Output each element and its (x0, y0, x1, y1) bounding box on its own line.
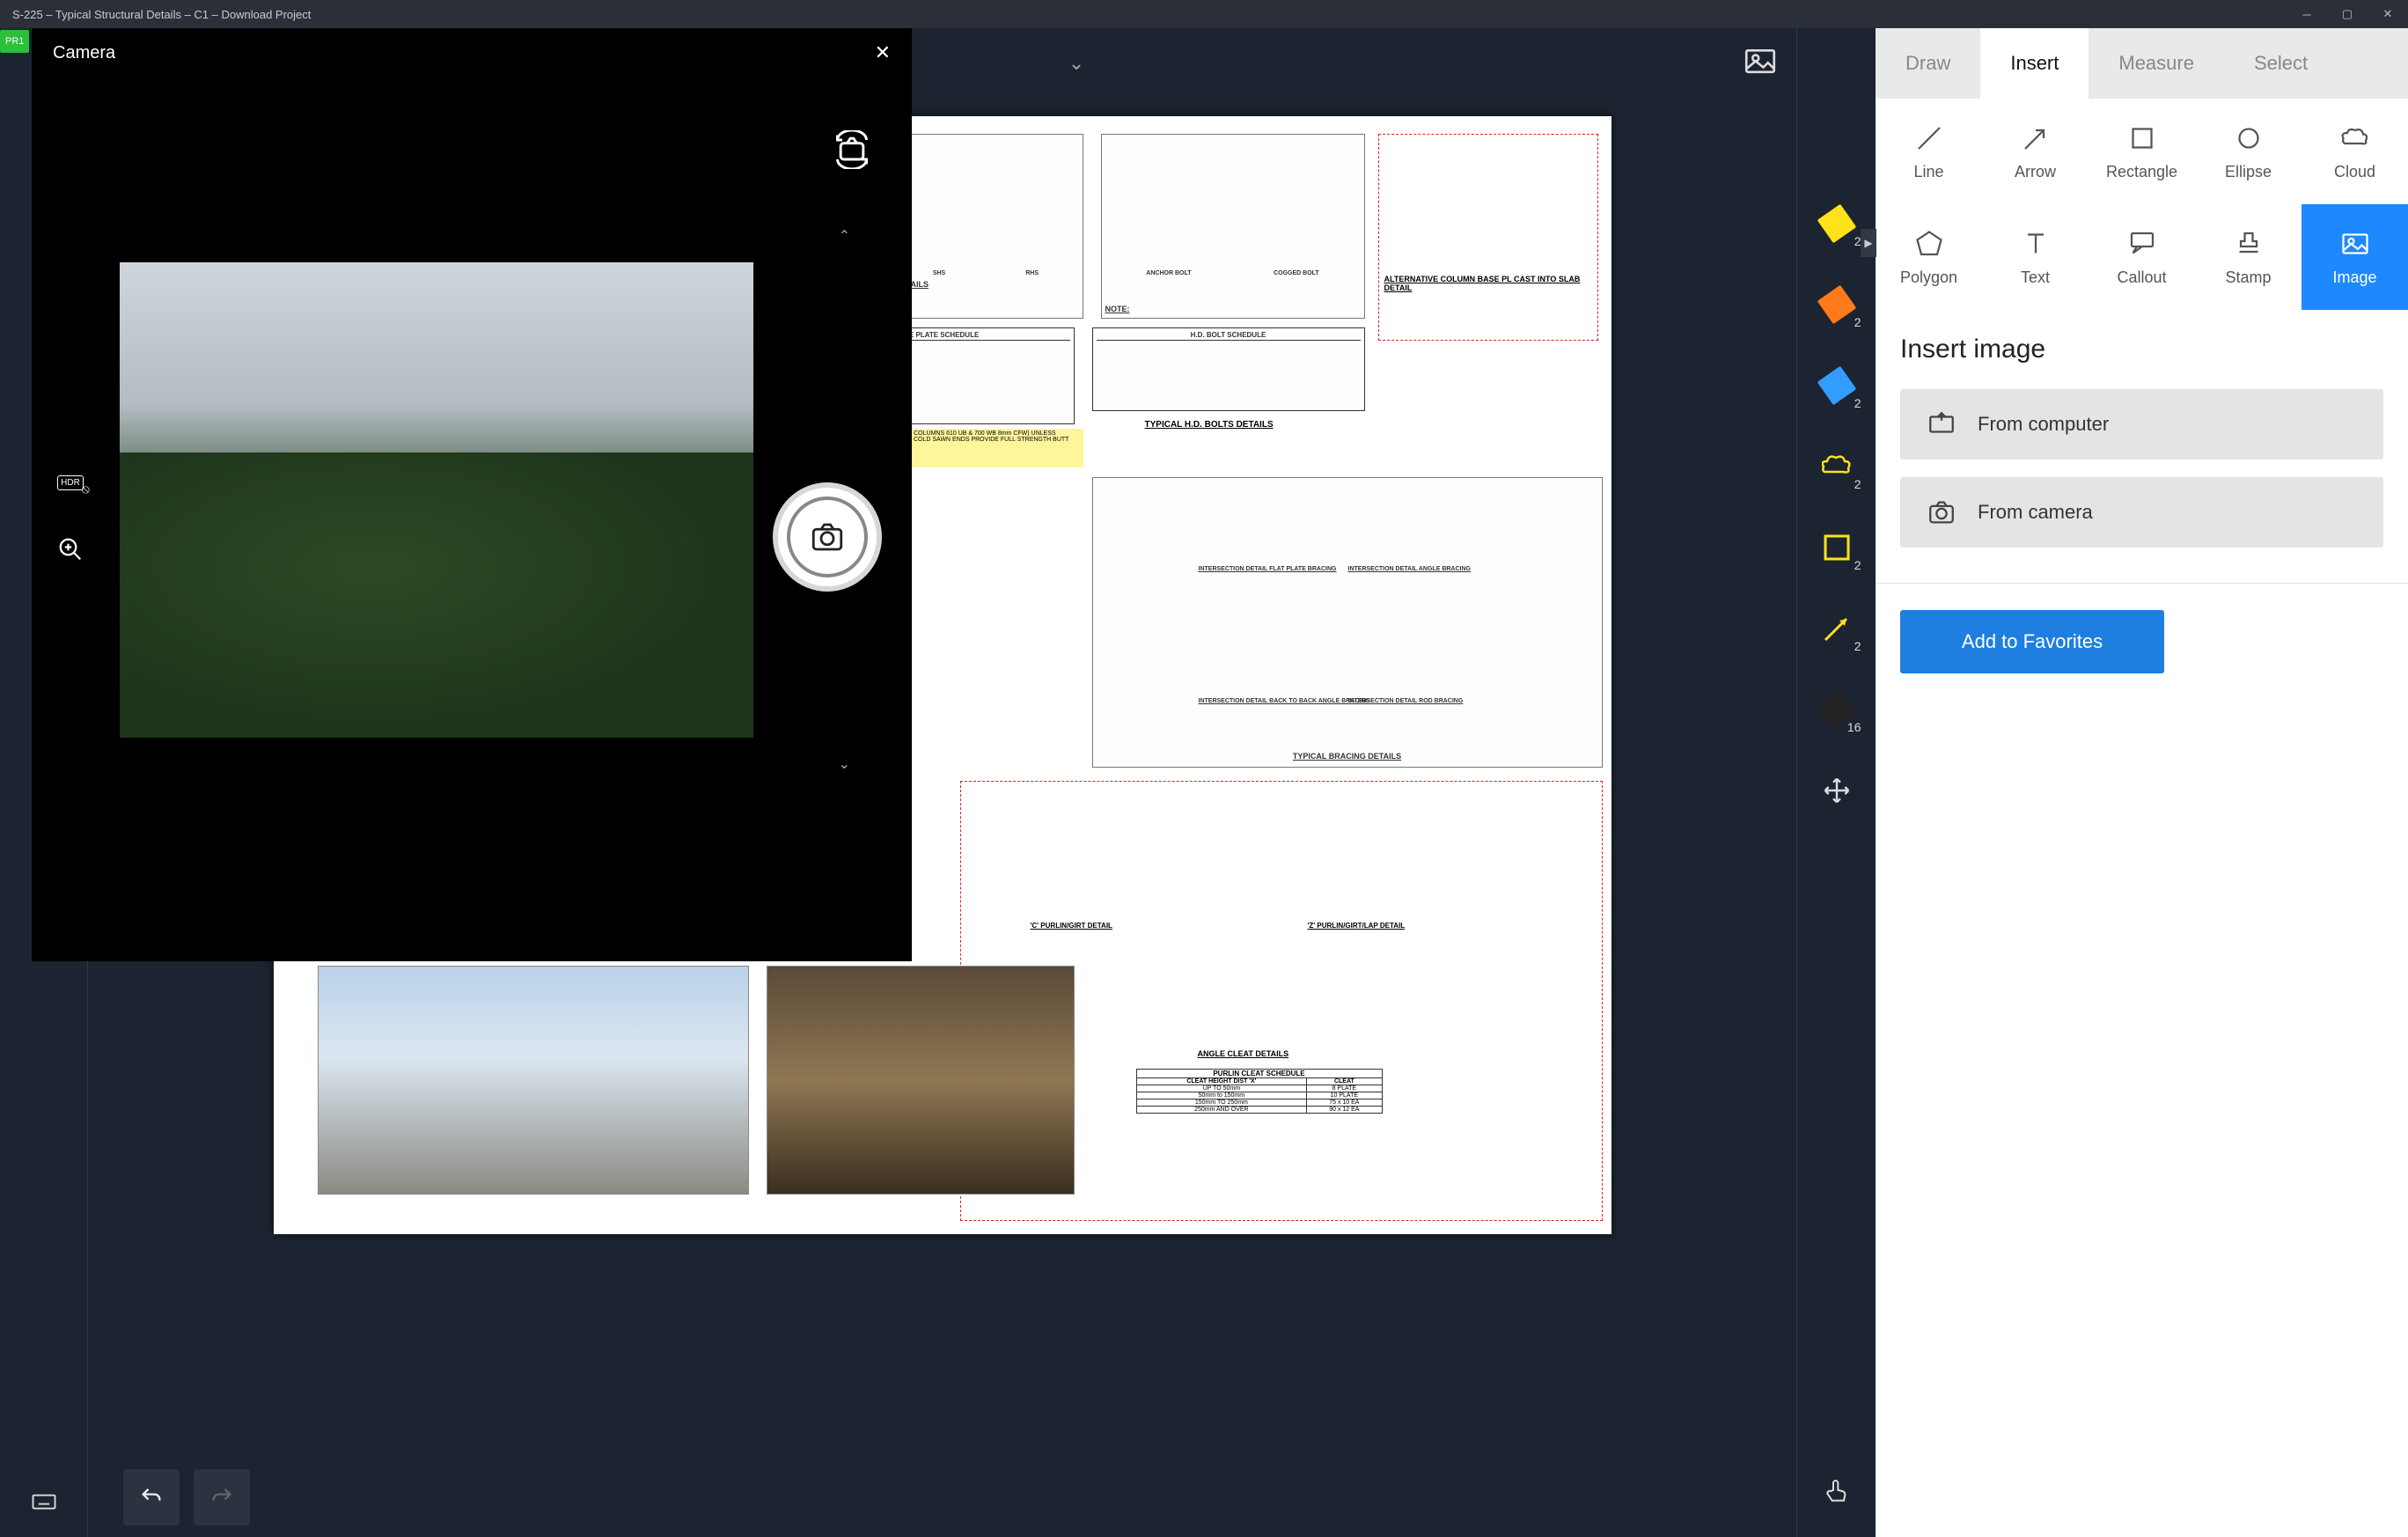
tool-polygon[interactable]: Polygon (1876, 204, 1982, 310)
touch-mode-button[interactable] (1817, 1472, 1856, 1511)
tool-rectangle[interactable]: Rectangle (2089, 99, 2195, 204)
close-button[interactable]: ✕ (2368, 0, 2408, 28)
undo-button[interactable] (123, 1469, 180, 1526)
pen-yellow[interactable]: 2 (1817, 204, 1856, 243)
tool-ellipse[interactable]: Ellipse (2195, 99, 2302, 204)
tool-text[interactable]: Text (1982, 204, 2089, 310)
image-overlay-toggle[interactable] (1742, 43, 1779, 85)
tool-cloud[interactable]: Cloud (2302, 99, 2408, 204)
title-z-purlin: 'Z' PURLIN/GIRT/LAP DETAIL (1308, 922, 1406, 930)
from-computer-button[interactable]: From computer (1900, 389, 2383, 460)
tab-insert[interactable]: Insert (1980, 28, 2089, 99)
pen-blue[interactable]: 2 (1817, 366, 1856, 405)
label-cogged: COGGED BOLT (1274, 270, 1319, 277)
label-note: NOTE: (1105, 305, 1130, 314)
tool-arrow[interactable]: Arrow (1982, 99, 2089, 204)
zoom-in-icon[interactable] (53, 532, 88, 567)
label-shs2: SHS (933, 270, 945, 277)
chevron-down-icon: ⌄ (1068, 52, 1084, 75)
title-int-angle: INTERSECTION DETAIL ANGLE BRACING (1348, 566, 1471, 573)
camera-up-icon[interactable]: ⌃ (839, 227, 850, 245)
section-insert-image-title: Insert image (1876, 310, 2408, 380)
preview-tag: PR1 (0, 30, 29, 53)
tab-draw[interactable]: Draw (1876, 28, 1980, 99)
brush-black[interactable]: 16 (1817, 690, 1856, 729)
redline-1 (1378, 134, 1598, 341)
placed-image-1[interactable] (318, 966, 749, 1195)
title-bracing: TYPICAL BRACING DETAILS (1293, 753, 1401, 761)
collapse-sidepanel-button[interactable]: ▶ (1861, 229, 1876, 257)
title-c-purlin: 'C' PURLIN/GIRT DETAIL (1031, 922, 1112, 930)
divider (1876, 583, 2408, 584)
camera-preview (120, 262, 753, 738)
cloud-yellow[interactable]: 2 (1817, 447, 1856, 486)
add-to-favorites-button[interactable]: Add to Favorites (1900, 610, 2164, 673)
tool-image[interactable]: Image (2302, 204, 2408, 310)
tool-line[interactable]: Line (1876, 99, 1982, 204)
arrow-yellow[interactable]: 2 (1817, 609, 1856, 648)
title-int-rod: INTERSECTION DETAIL ROD BRACING (1348, 698, 1464, 705)
camera-shutter-button[interactable] (773, 482, 882, 592)
from-camera-button[interactable]: From camera (1900, 477, 2383, 548)
hdr-toggle[interactable]: HDR ⦸ (53, 465, 88, 500)
move-tool[interactable] (1817, 771, 1856, 810)
tool-stamp[interactable]: Stamp (2195, 204, 2302, 310)
tab-measure[interactable]: Measure (2089, 28, 2224, 99)
placed-image-2[interactable] (767, 966, 1075, 1195)
tool-callout[interactable]: Callout (2089, 204, 2195, 310)
camera-flip-icon[interactable] (833, 130, 871, 173)
rect-yellow[interactable]: 2 (1817, 528, 1856, 567)
side-panel: Draw Insert Measure Select Line Arrow Re… (1876, 28, 2408, 1537)
title-int-back: INTERSECTION DETAIL BACK TO BACK ANGLE B… (1199, 698, 1370, 705)
label-rhs: RHS (1025, 270, 1039, 277)
title-hd-schedule: H.D. BOLT SCHEDULE (1097, 332, 1361, 341)
camera-title: Camera (53, 43, 115, 63)
pen-orange[interactable]: 2 (1817, 285, 1856, 324)
maximize-button[interactable]: ▢ (2327, 0, 2368, 28)
tab-select[interactable]: Select (2224, 28, 2338, 99)
minimize-button[interactable]: ─ (2287, 0, 2327, 28)
title-alt-base: ALTERNATIVE COLUMN BASE PL CAST INTO SLA… (1384, 275, 1596, 292)
titlebar: S-225 – Typical Structural Details – C1 … (0, 0, 2408, 28)
title-angle-cleat: ANGLE CLEAT DETAILS (1198, 1049, 1289, 1058)
title-int-flat: INTERSECTION DETAIL FLAT PLATE BRACING (1199, 566, 1337, 573)
window-title: S-225 – Typical Structural Details – C1 … (0, 8, 2287, 21)
camera-down-icon[interactable]: ⌄ (839, 755, 850, 773)
keyboard-icon[interactable] (26, 1484, 62, 1519)
purlin-cleat-schedule-table: PURLIN CLEAT SCHEDULE CLEAT HEIGHT DIST … (1136, 1069, 1383, 1114)
redo-button[interactable] (194, 1469, 250, 1526)
camera-close-button[interactable]: ✕ (875, 41, 891, 64)
title-hd-bolts: TYPICAL H.D. BOLTS DETAILS (1145, 420, 1274, 430)
camera-window: Camera ✕ ⌃ HDR ⦸ ⌄ (32, 28, 912, 961)
label-anchor: ANCHOR BOLT (1146, 270, 1191, 277)
